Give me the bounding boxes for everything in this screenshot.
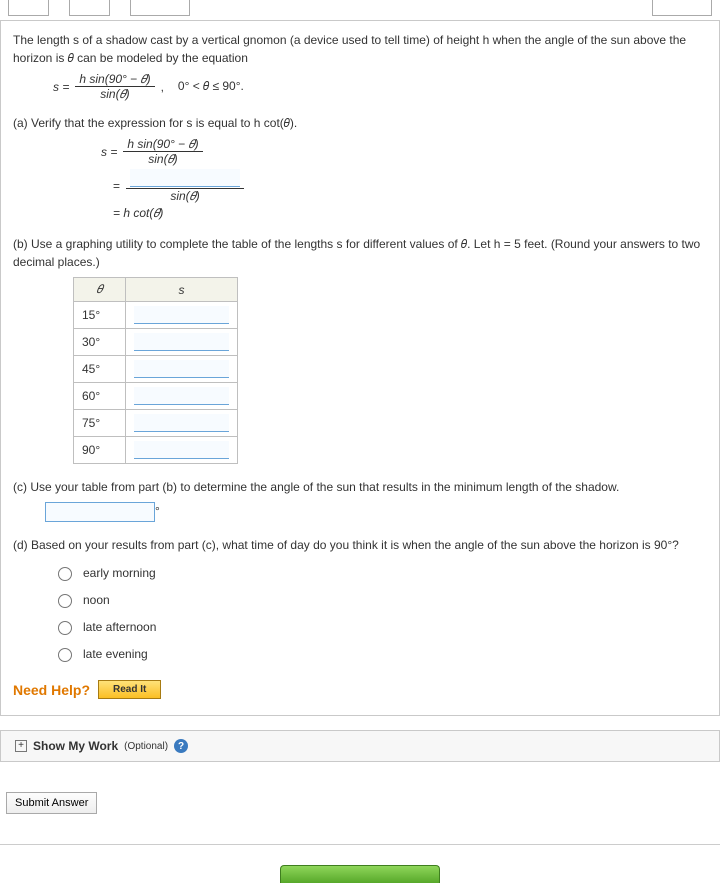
radio-late-evening[interactable] xyxy=(58,648,72,662)
s-input-45[interactable] xyxy=(134,360,229,378)
work-row-3: = h cot(𝜃) xyxy=(113,206,707,221)
tab-stub-4[interactable] xyxy=(652,0,712,16)
submit-answer-button[interactable]: Submit Answer xyxy=(6,792,97,814)
main-equation: s = h sin(90° − 𝜃) sin(𝜃) , 0° < 𝜃 ≤ 90°… xyxy=(53,73,707,100)
work-row1-lhs: s = xyxy=(101,145,117,159)
eq-numerator: h sin(90° − 𝜃) xyxy=(75,73,154,87)
option-late-afternoon[interactable]: late afternoon xyxy=(53,618,707,635)
cell-s xyxy=(126,302,238,329)
expand-icon: + xyxy=(15,740,27,752)
option-label: late afternoon xyxy=(83,620,156,634)
work-row1-den: sin(𝜃) xyxy=(148,152,177,165)
top-tabs xyxy=(0,0,720,18)
part-b-prompt: (b) Use a graphing utility to complete t… xyxy=(13,235,707,271)
part-d-prompt: (d) Based on your results from part (c),… xyxy=(13,536,707,554)
work-row1-frac: h sin(90° − 𝜃) sin(𝜃) xyxy=(123,138,202,165)
part-d-options: early morning noon late afternoon late e… xyxy=(53,564,707,662)
work-row2-eq: = xyxy=(113,179,120,193)
radio-late-afternoon[interactable] xyxy=(58,621,72,635)
table-row: 60° xyxy=(74,383,238,410)
option-early-morning[interactable]: early morning xyxy=(53,564,707,581)
show-work-label: Show My Work xyxy=(33,739,118,753)
s-input-90[interactable] xyxy=(134,441,229,459)
radio-early-morning[interactable] xyxy=(58,567,72,581)
question-box: The length s of a shadow cast by a verti… xyxy=(0,20,720,716)
option-late-evening[interactable]: late evening xyxy=(53,645,707,662)
help-icon[interactable]: ? xyxy=(174,739,188,753)
eq-denominator: sin(𝜃) xyxy=(100,87,129,100)
eq-comma: , xyxy=(161,80,164,94)
cell-s xyxy=(126,329,238,356)
part-c-input[interactable] xyxy=(45,502,155,522)
work-row-2: = sin(𝜃) xyxy=(113,169,707,202)
cell-theta: 15° xyxy=(74,302,126,329)
cell-theta: 45° xyxy=(74,356,126,383)
table-head-s: s xyxy=(126,278,238,302)
s-input-60[interactable] xyxy=(134,387,229,405)
s-input-15[interactable] xyxy=(134,306,229,324)
table-head-theta: 𝜃 xyxy=(74,278,126,302)
part-a-blank-input[interactable] xyxy=(130,169,240,187)
cell-theta: 90° xyxy=(74,437,126,464)
part-c-prompt: (c) Use your table from part (b) to dete… xyxy=(13,478,707,496)
table-row: 30° xyxy=(74,329,238,356)
work-row2-den: sin(𝜃) xyxy=(170,189,199,202)
s-input-75[interactable] xyxy=(134,414,229,432)
table-row: 15° xyxy=(74,302,238,329)
radio-noon[interactable] xyxy=(58,594,72,608)
s-input-30[interactable] xyxy=(134,333,229,351)
eq-domain: 0° < 𝜃 ≤ 90°. xyxy=(178,79,244,94)
option-label: late evening xyxy=(83,647,148,661)
degree-suffix: ° xyxy=(155,504,160,518)
separator xyxy=(0,844,720,845)
cell-s xyxy=(126,410,238,437)
cell-s xyxy=(126,356,238,383)
table-header-row: 𝜃 s xyxy=(74,278,238,302)
tab-stub-2[interactable] xyxy=(69,0,110,16)
table-row: 90° xyxy=(74,437,238,464)
part-a-prompt: (a) Verify that the expression for s is … xyxy=(13,114,707,132)
work-row-1: s = h sin(90° − 𝜃) sin(𝜃) xyxy=(101,138,707,165)
tab-stub-1[interactable] xyxy=(8,0,49,16)
option-label: early morning xyxy=(83,566,156,580)
show-my-work-bar[interactable]: + Show My Work (Optional) ? xyxy=(0,730,720,762)
eq-lhs: s = xyxy=(53,80,69,94)
work-row2-num-box xyxy=(126,169,244,189)
cell-theta: 30° xyxy=(74,329,126,356)
question-intro: The length s of a shadow cast by a verti… xyxy=(13,31,707,67)
cell-s xyxy=(126,437,238,464)
tab-stub-3[interactable] xyxy=(130,0,190,16)
part-c-answer: ° xyxy=(45,502,707,522)
cell-theta: 60° xyxy=(74,383,126,410)
option-noon[interactable]: noon xyxy=(53,591,707,608)
table-row: 75° xyxy=(74,410,238,437)
part-a-work: s = h sin(90° − 𝜃) sin(𝜃) = sin(𝜃) = h c… xyxy=(101,138,707,221)
table-row: 45° xyxy=(74,356,238,383)
values-table: 𝜃 s 15° 30° 45° 60° 75° 90° xyxy=(73,277,238,464)
cell-s xyxy=(126,383,238,410)
work-row2-frac: sin(𝜃) xyxy=(126,169,244,202)
option-label: noon xyxy=(83,593,110,607)
eq-fraction: h sin(90° − 𝜃) sin(𝜃) xyxy=(75,73,154,100)
need-help-label: Need Help? xyxy=(13,682,90,698)
cell-theta: 75° xyxy=(74,410,126,437)
read-it-button[interactable]: Read It xyxy=(98,680,161,699)
need-help-row: Need Help? Read It xyxy=(13,680,707,699)
show-work-optional: (Optional) xyxy=(124,741,168,752)
work-row1-num: h sin(90° − 𝜃) xyxy=(123,138,202,152)
